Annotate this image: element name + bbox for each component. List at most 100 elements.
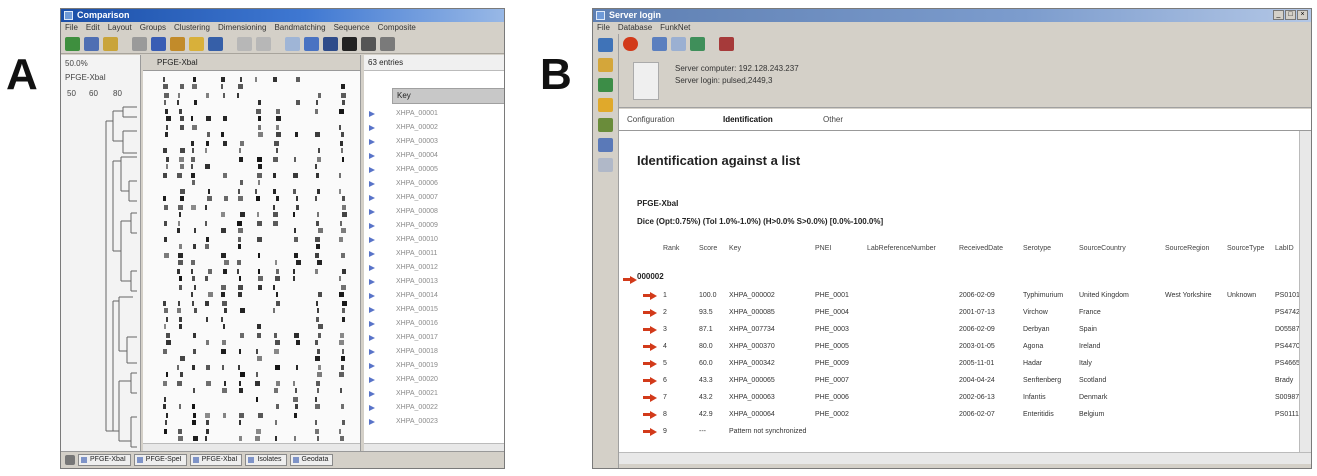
zoom-out-icon[interactable] bbox=[256, 36, 271, 51]
maximize-button[interactable]: □ bbox=[1285, 10, 1296, 20]
menu-bandmatching[interactable]: Bandmatching bbox=[274, 22, 325, 34]
list-item[interactable]: XHPA_00008 bbox=[364, 205, 504, 219]
sequence-icon[interactable] bbox=[598, 78, 613, 92]
bookmark-icon[interactable] bbox=[719, 37, 734, 51]
zoom-in-icon[interactable] bbox=[237, 36, 252, 51]
list-item[interactable]: XHPA_00011 bbox=[364, 247, 504, 261]
column-header-score[interactable]: Score bbox=[699, 245, 717, 252]
refresh-icon[interactable] bbox=[671, 37, 686, 51]
table-row[interactable]: 2 93.5 XHPA_000085 PHE_0004 2001-07-13 Vircho… bbox=[619, 305, 1299, 322]
menu-groups[interactable]: Groups bbox=[140, 22, 166, 34]
menu-database[interactable]: Database bbox=[618, 22, 652, 34]
group-icon[interactable] bbox=[189, 36, 204, 51]
menu-dimensioning[interactable]: Dimensioning bbox=[218, 22, 266, 34]
column-header-sourcetype[interactable]: SourceType bbox=[1227, 245, 1264, 252]
search-icon[interactable] bbox=[652, 37, 667, 51]
dendrogram-icon[interactable] bbox=[304, 36, 319, 51]
compare-icon[interactable] bbox=[170, 36, 185, 51]
column-header-sourceregion[interactable]: SourceRegion bbox=[1165, 245, 1209, 252]
column-header-labid[interactable]: LabID bbox=[1275, 245, 1294, 252]
status-tab[interactable]: PFGE-XbaI bbox=[78, 454, 131, 466]
comparison-titlebar[interactable]: Comparison bbox=[61, 9, 504, 22]
close-button[interactable]: × bbox=[1297, 10, 1308, 20]
stop-icon[interactable] bbox=[623, 37, 638, 51]
list-item[interactable]: XHPA_00002 bbox=[364, 121, 504, 135]
login-icon[interactable] bbox=[598, 38, 613, 52]
save-icon[interactable] bbox=[84, 36, 99, 51]
column-header-labreferencenumber[interactable]: LabReferenceNumber bbox=[867, 245, 936, 252]
network-icon[interactable] bbox=[598, 118, 613, 132]
list-item[interactable]: XHPA_00010 bbox=[364, 233, 504, 247]
column-header-rank[interactable]: Rank bbox=[663, 245, 679, 252]
list-item[interactable]: XHPA_00016 bbox=[364, 317, 504, 331]
list-item[interactable]: XHPA_00020 bbox=[364, 373, 504, 387]
bands-icon[interactable] bbox=[323, 36, 338, 51]
sort-icon[interactable] bbox=[208, 36, 223, 51]
layout-icon[interactable] bbox=[285, 36, 300, 51]
list-item[interactable]: XHPA_00022 bbox=[364, 401, 504, 415]
column-header-serotype[interactable]: Serotype bbox=[1023, 245, 1051, 252]
list-item[interactable]: XHPA_00006 bbox=[364, 177, 504, 191]
table-row[interactable]: 1 100.0 XHPA_000002 PHE_0001 2006-02-09 Typhi… bbox=[619, 288, 1299, 305]
table-row[interactable]: 3 87.1 XHPA_007734 PHE_0003 2006-02-09 Derbya… bbox=[619, 322, 1299, 339]
list-item[interactable]: XHPA_00003 bbox=[364, 135, 504, 149]
documents-icon[interactable] bbox=[598, 158, 613, 172]
table-row[interactable]: 5 60.0 XHPA_000342 PHE_0009 2005-11-01 Hadar I… bbox=[619, 356, 1299, 373]
results-vertical-scrollbar[interactable] bbox=[1299, 131, 1311, 452]
results-horizontal-scrollbar[interactable] bbox=[619, 452, 1311, 464]
table-row[interactable]: 4 80.0 XHPA_000370 PHE_0005 2003-01-05 Agona I… bbox=[619, 339, 1299, 356]
status-tab[interactable]: PFGE-SpeI bbox=[133, 454, 187, 466]
chevron-left-icon[interactable] bbox=[65, 455, 75, 465]
table-row[interactable]: 7 43.2 XHPA_000063 PHE_0006 2002-06-13 Infant… bbox=[619, 390, 1299, 407]
minimize-button[interactable]: _ bbox=[1273, 10, 1284, 20]
menu-file[interactable]: File bbox=[597, 22, 610, 34]
list-item[interactable]: XHPA_00005 bbox=[364, 163, 504, 177]
tab-other[interactable]: Other bbox=[823, 115, 843, 124]
matrix-icon[interactable] bbox=[361, 36, 376, 51]
open-icon[interactable] bbox=[65, 36, 80, 51]
status-tab[interactable]: Isolates bbox=[245, 454, 287, 466]
database-icon[interactable] bbox=[598, 58, 613, 72]
status-tab[interactable]: PFGE-XbaI bbox=[189, 454, 243, 466]
list-item[interactable]: XHPA_00009 bbox=[364, 219, 504, 233]
tab-configuration[interactable]: Configuration bbox=[627, 115, 675, 124]
table-row[interactable]: 6 43.3 XHPA_000065 PHE_0007 2004-04-24 Senfte… bbox=[619, 373, 1299, 390]
identify-icon[interactable] bbox=[598, 98, 613, 112]
menu-clustering[interactable]: Clustering bbox=[174, 22, 210, 34]
menu-composite[interactable]: Composite bbox=[378, 22, 416, 34]
list-item[interactable]: XHPA_00004 bbox=[364, 149, 504, 163]
list-item[interactable]: XHPA_00012 bbox=[364, 261, 504, 275]
key-column-header[interactable]: Key bbox=[392, 88, 504, 104]
column-header-pnei[interactable]: PNEI bbox=[815, 245, 831, 252]
chart-icon[interactable] bbox=[380, 36, 395, 51]
cluster-icon[interactable] bbox=[151, 36, 166, 51]
network-icon[interactable] bbox=[690, 37, 705, 51]
menu-sequence[interactable]: Sequence bbox=[334, 22, 370, 34]
list-item[interactable]: XHPA_00014 bbox=[364, 289, 504, 303]
list-item[interactable]: XHPA_00023 bbox=[364, 415, 504, 429]
gel-icon[interactable] bbox=[342, 36, 357, 51]
list-item[interactable]: XHPA_00017 bbox=[364, 331, 504, 345]
list-item[interactable]: XHPA_00013 bbox=[364, 275, 504, 289]
folder-icon[interactable] bbox=[103, 36, 118, 51]
cut-icon[interactable] bbox=[132, 36, 147, 51]
column-header-receiveddate[interactable]: ReceivedDate bbox=[959, 245, 1003, 252]
menu-edit[interactable]: Edit bbox=[86, 22, 100, 34]
menu-funknet[interactable]: FunkNet bbox=[660, 22, 690, 34]
table-row[interactable]: 9 --- Pattern not synchronized bbox=[619, 424, 1299, 441]
menu-file[interactable]: File bbox=[65, 22, 78, 34]
menu-layout[interactable]: Layout bbox=[108, 22, 132, 34]
column-header-key[interactable]: Key bbox=[729, 245, 741, 252]
list-item[interactable]: XHPA_00019 bbox=[364, 359, 504, 373]
status-tab[interactable]: Geodata bbox=[289, 454, 334, 466]
list-item[interactable]: XHPA_00021 bbox=[364, 387, 504, 401]
list-item[interactable]: XHPA_00015 bbox=[364, 303, 504, 317]
report-icon[interactable] bbox=[598, 138, 613, 152]
list-item[interactable]: XHPA_00007 bbox=[364, 191, 504, 205]
table-row[interactable]: 8 42.9 XHPA_000064 PHE_0002 2006-02-07 Enteri… bbox=[619, 407, 1299, 424]
list-item[interactable]: XHPA_00018 bbox=[364, 345, 504, 359]
tab-identification[interactable]: Identification bbox=[723, 115, 773, 124]
column-header-sourcecountry[interactable]: SourceCountry bbox=[1079, 245, 1126, 252]
list-item[interactable]: XHPA_00001 bbox=[364, 107, 504, 121]
server-titlebar[interactable]: Server login bbox=[593, 9, 1311, 22]
